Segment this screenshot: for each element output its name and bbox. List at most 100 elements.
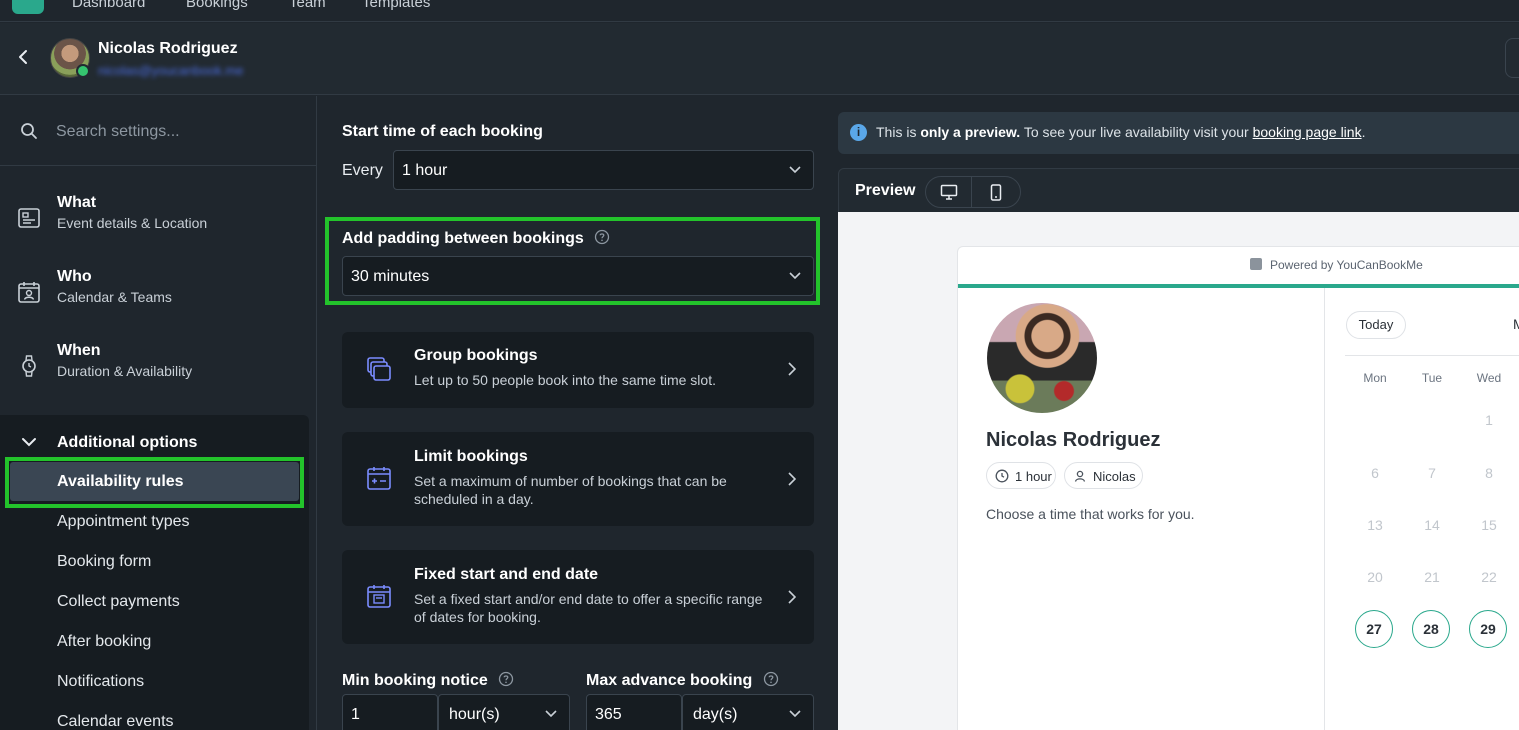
calendar-day: 13	[1367, 517, 1383, 533]
min-notice-unit-select[interactable]: hour(s)	[438, 694, 570, 730]
max-advance-unit: day(s)	[693, 706, 738, 723]
user-name: Nicolas Rodriguez	[98, 40, 238, 57]
calendar-day-available[interactable]: 28	[1412, 610, 1450, 648]
page-header: Nicolas Rodriguez nicolas@youcanbook.me	[0, 23, 1519, 95]
mobile-view-button[interactable]	[973, 177, 1020, 207]
desktop-view-button[interactable]	[926, 177, 972, 207]
sidebar-item-after-booking[interactable]: After booking	[57, 633, 151, 651]
nav-templates[interactable]: Templates	[362, 0, 430, 11]
avatar[interactable]	[50, 38, 92, 80]
powered-by: Powered by YouCanBookMe	[1250, 258, 1423, 272]
host-chip: Nicolas	[1064, 462, 1143, 489]
chevron-down-icon[interactable]	[21, 436, 37, 448]
booking-page-preview: Powered by YouCanBookMe Nicolas Rodrigue…	[957, 246, 1519, 730]
min-notice-input[interactable]: 1	[342, 694, 438, 730]
app-logo[interactable]	[12, 0, 44, 14]
max-advance-label: Max advance booking	[586, 671, 779, 690]
start-time-select[interactable]: 1 hour	[393, 150, 814, 190]
card-description: Set a maximum of number of bookings that…	[414, 473, 727, 507]
calendar-day-available[interactable]: 27	[1355, 610, 1393, 648]
min-notice-value: 1	[351, 706, 360, 723]
today-button[interactable]: Today	[1346, 311, 1406, 339]
start-time-label: Start time of each booking	[342, 123, 543, 140]
highlight-box-availability-rules	[5, 457, 304, 508]
notice-end: .	[1361, 124, 1366, 140]
card-description: Set a fixed start and/or end date to off…	[414, 591, 763, 625]
sidebar-item-calendar-events[interactable]: Calendar events	[57, 713, 174, 730]
max-advance-input[interactable]: 365	[586, 694, 682, 730]
choose-time-text: Choose a time that works for you.	[986, 506, 1195, 522]
highlight-box-padding	[325, 217, 820, 305]
preview-label: Preview	[855, 182, 916, 199]
calendar-day: 7	[1428, 465, 1436, 481]
help-icon[interactable]	[498, 671, 514, 687]
sidebar-section-what[interactable]: What Event details & Location	[0, 194, 317, 264]
device-toggle	[925, 176, 1021, 208]
availability-rules-panel: Start time of each booking Every 1 hour …	[318, 96, 838, 730]
nav-dashboard[interactable]: Dashboard	[72, 0, 145, 11]
nav-bookings[interactable]: Bookings	[186, 0, 248, 11]
accent-line	[958, 284, 1519, 288]
header-action-button[interactable]	[1505, 38, 1519, 78]
preview-notice-text: This is only a preview. To see your live…	[876, 124, 1365, 140]
card-description: Let up to 50 people book into the same t…	[414, 372, 716, 388]
max-advance-label-text: Max advance booking	[586, 672, 753, 689]
search-row	[0, 96, 317, 166]
sidebar-section-title: Who	[57, 268, 92, 285]
sidebar-section-when[interactable]: When Duration & Availability	[0, 342, 317, 412]
preview-notice: i This is only a preview. To see your li…	[838, 112, 1519, 154]
min-notice-unit: hour(s)	[449, 706, 500, 723]
notice-pre: This is	[876, 124, 921, 140]
weekday-wed: Wed	[1476, 371, 1502, 385]
max-advance-unit-select[interactable]: day(s)	[682, 694, 814, 730]
sidebar-item-collect-payments[interactable]: Collect payments	[57, 593, 180, 611]
additional-options-title[interactable]: Additional options	[57, 434, 197, 452]
help-icon[interactable]	[763, 671, 779, 687]
sidebar-section-title: What	[57, 194, 97, 211]
calendar-day: 1	[1485, 412, 1493, 428]
limit-bookings-card[interactable]: Limit bookings Set a maximum of number o…	[342, 432, 814, 526]
duration-text: 1 hour	[1015, 469, 1052, 484]
sidebar-item-notifications[interactable]: Notifications	[57, 673, 144, 691]
top-nav: Dashboard Bookings Team Templates	[0, 0, 1519, 22]
calendar-day: 6	[1371, 465, 1379, 481]
search-icon	[20, 122, 38, 140]
sidebar-item-appointment-types[interactable]: Appointment types	[57, 513, 190, 531]
card-title: Group bookings	[414, 347, 538, 364]
online-status-dot	[76, 64, 90, 78]
user-email: nicolas@youcanbook.me	[98, 63, 244, 78]
preview-toolbar: Preview	[838, 168, 1519, 212]
host-name: Nicolas Rodriguez	[986, 429, 1161, 451]
month-label-partial: M	[1513, 316, 1519, 332]
every-prefix: Every	[342, 162, 383, 179]
calendar-day-available[interactable]: 29	[1469, 610, 1507, 648]
chevron-right-icon	[788, 362, 796, 376]
chevron-right-icon	[788, 472, 796, 486]
host-photo	[987, 303, 1097, 413]
back-arrow-icon[interactable]	[14, 48, 32, 66]
calendar-day: 14	[1424, 517, 1440, 533]
sidebar-item-booking-form[interactable]: Booking form	[57, 553, 151, 571]
settings-sidebar: What Event details & Location Who Calend…	[0, 96, 317, 730]
group-bookings-card[interactable]: Group bookings Let up to 50 people book …	[342, 332, 814, 408]
start-time-value: 1 hour	[402, 162, 448, 179]
min-notice-label-text: Min booking notice	[342, 672, 488, 689]
calendar-day: 21	[1424, 569, 1440, 585]
sidebar-section-subtitle: Duration & Availability	[57, 363, 193, 379]
fixed-dates-card[interactable]: Fixed start and end date Set a fixed sta…	[342, 550, 814, 644]
sidebar-section-who[interactable]: Who Calendar & Teams	[0, 268, 317, 338]
id-card-icon	[17, 206, 41, 230]
calendar-day: 20	[1367, 569, 1383, 585]
nav-team[interactable]: Team	[289, 0, 326, 11]
powered-by-text: Powered by YouCanBookMe	[1270, 258, 1423, 272]
duration-chip: 1 hour	[986, 462, 1056, 489]
sidebar-section-subtitle: Calendar & Teams	[57, 289, 172, 305]
column-divider	[1324, 288, 1325, 730]
calendar-day: 15	[1481, 517, 1497, 533]
max-advance-value: 365	[595, 706, 622, 723]
weekday-tue: Tue	[1421, 371, 1443, 385]
search-input[interactable]	[56, 119, 296, 145]
calendar-limit-icon	[366, 465, 392, 491]
booking-page-link[interactable]: booking page link	[1253, 124, 1362, 140]
chevron-down-icon	[789, 710, 801, 718]
